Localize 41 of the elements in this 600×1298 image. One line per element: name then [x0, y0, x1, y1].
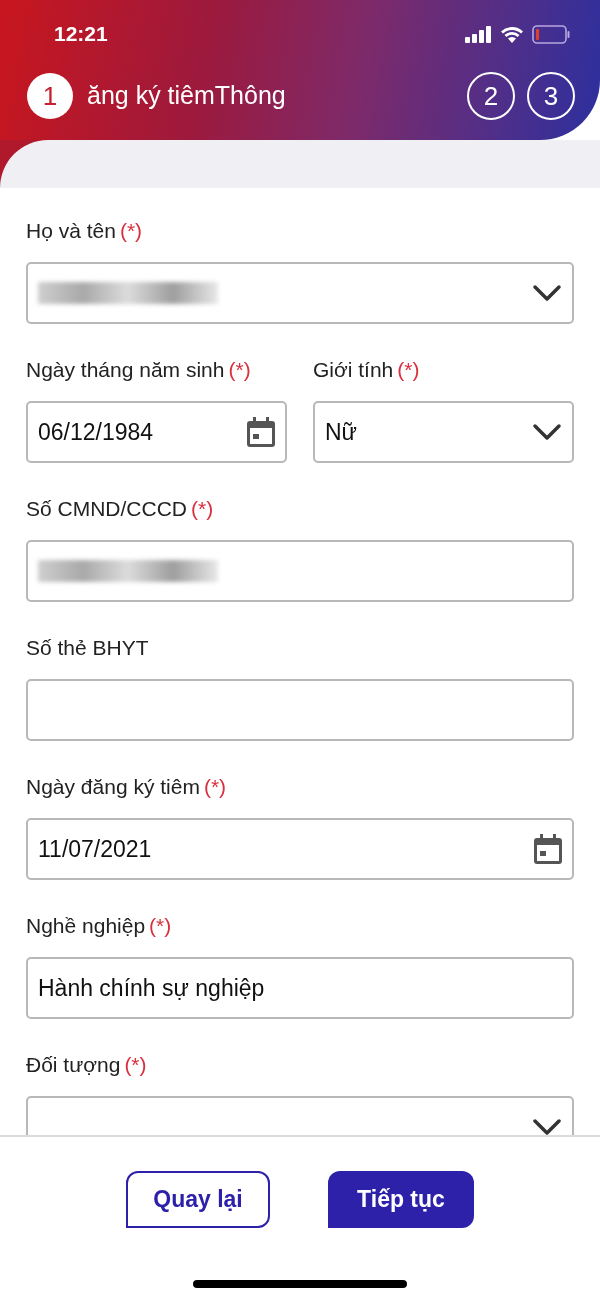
- select-field[interactable]: [26, 262, 574, 324]
- input-field[interactable]: [26, 540, 574, 602]
- date-field[interactable]: 11/07/2021: [26, 818, 574, 880]
- field-value: 06/12/1984: [38, 417, 154, 447]
- required-mark: (*): [191, 496, 214, 523]
- calendar-icon: [247, 417, 275, 447]
- input-field[interactable]: [26, 679, 574, 741]
- back-button[interactable]: Quay lại: [126, 1171, 270, 1228]
- step-indicator: 1: [27, 73, 73, 119]
- continue-button[interactable]: Tiếp tục: [328, 1171, 474, 1228]
- field-label: Nghề nghiệp: [26, 913, 146, 940]
- field-label: Đối tượng: [26, 1052, 121, 1079]
- required-mark: (*): [149, 913, 172, 940]
- signal-icon: [465, 25, 492, 43]
- calendar-icon: [534, 834, 562, 864]
- chevron-down-icon: [532, 284, 562, 302]
- field-label: Họ và tên: [26, 218, 116, 245]
- wifi-icon: [500, 25, 524, 43]
- required-mark: (*): [228, 357, 251, 384]
- field-label: Số thẻ BHYT: [26, 635, 149, 662]
- required-mark: (*): [203, 774, 227, 801]
- step-indicator: 2: [467, 72, 515, 120]
- chevron-down-icon: [532, 1118, 562, 1135]
- date-field[interactable]: 06/12/1984: [26, 401, 287, 463]
- battery-icon: [532, 24, 570, 44]
- field-label: Giới tính: [313, 357, 394, 384]
- step-title: ăng ký tiêmThông: [87, 80, 286, 112]
- input-field[interactable]: Hành chính sự nghiệp: [26, 957, 574, 1019]
- field-value: Hành chính sự nghiệp: [38, 973, 265, 1003]
- select-field[interactable]: Nữ: [313, 401, 574, 463]
- status-time: 12:21: [54, 21, 108, 48]
- field-label: Ngày đăng ký tiêm: [26, 774, 200, 801]
- step-indicator: 3: [527, 72, 575, 120]
- field-value: 11/07/2021: [38, 834, 152, 864]
- required-mark: (*): [119, 218, 143, 245]
- required-mark: (*): [397, 357, 420, 384]
- chevron-down-icon: [532, 423, 562, 441]
- field-label: Số CMND/CCCD: [26, 496, 187, 523]
- required-mark: (*): [124, 1052, 147, 1079]
- field-label: Ngày tháng năm sinh: [26, 357, 225, 384]
- field-value: Nữ: [325, 417, 357, 447]
